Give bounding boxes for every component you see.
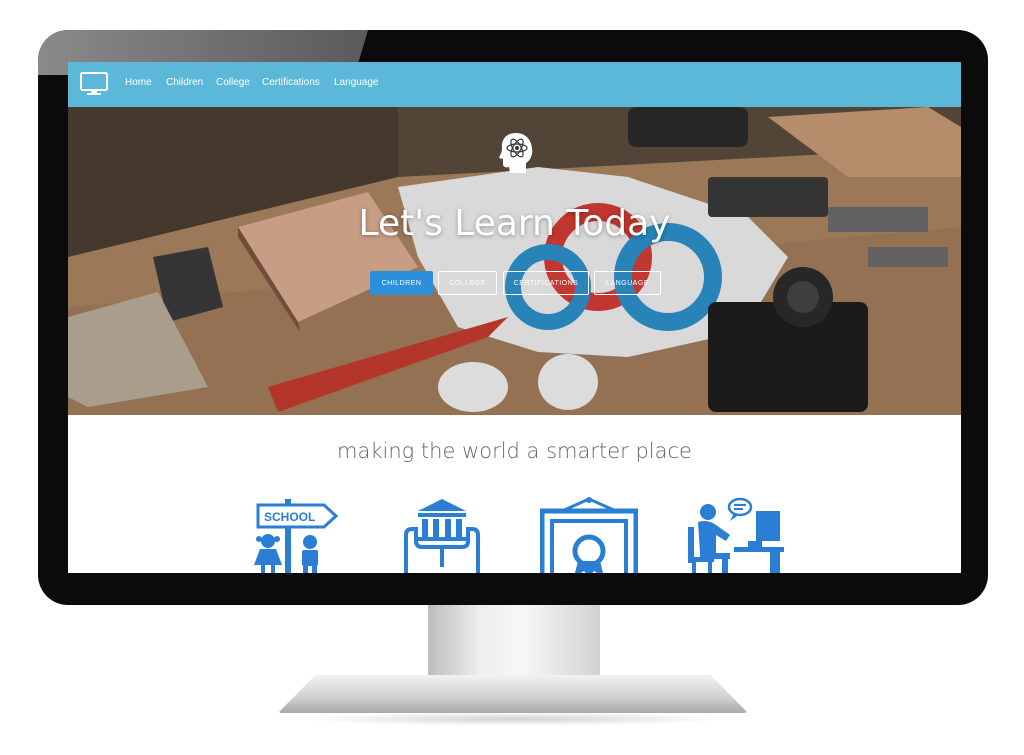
nav-link-college[interactable]: College: [216, 77, 250, 88]
certificate-icon[interactable]: [540, 497, 638, 573]
college-button[interactable]: COLLEGE: [438, 271, 497, 295]
tagline: making the world a smarter place: [337, 439, 692, 463]
nav-link-home[interactable]: Home: [125, 77, 152, 88]
hero-title: Let's Learn Today: [358, 203, 671, 244]
brain-atom-icon: [499, 133, 533, 173]
website-screen: Home Children College Certifications Lan…: [68, 62, 961, 573]
children-button[interactable]: CHILDREN: [370, 271, 433, 295]
language-button[interactable]: LANGUAGE: [594, 271, 661, 295]
nav-link-children[interactable]: Children: [166, 77, 203, 88]
school-sign-text: SCHOOL: [264, 510, 315, 524]
nav-link-language[interactable]: Language: [334, 77, 379, 88]
monitor-stand-neck: [428, 605, 600, 685]
monitor-stand-shadow: [300, 712, 730, 726]
nav-link-certifications[interactable]: Certifications: [262, 77, 320, 88]
language-learner-icon[interactable]: [686, 497, 786, 573]
monitor-stand-base: [278, 675, 748, 713]
hero-banner: Let's Learn Today CHILDREN COLLEGE CERTI…: [68, 107, 961, 415]
top-navbar: Home Children College Certifications Lan…: [68, 62, 961, 107]
monitor-icon[interactable]: [80, 72, 108, 96]
college-building-icon[interactable]: [402, 497, 482, 573]
children-school-icon[interactable]: SCHOOL: [250, 497, 342, 573]
certifications-button[interactable]: CERTIFICATIONS: [503, 271, 589, 295]
